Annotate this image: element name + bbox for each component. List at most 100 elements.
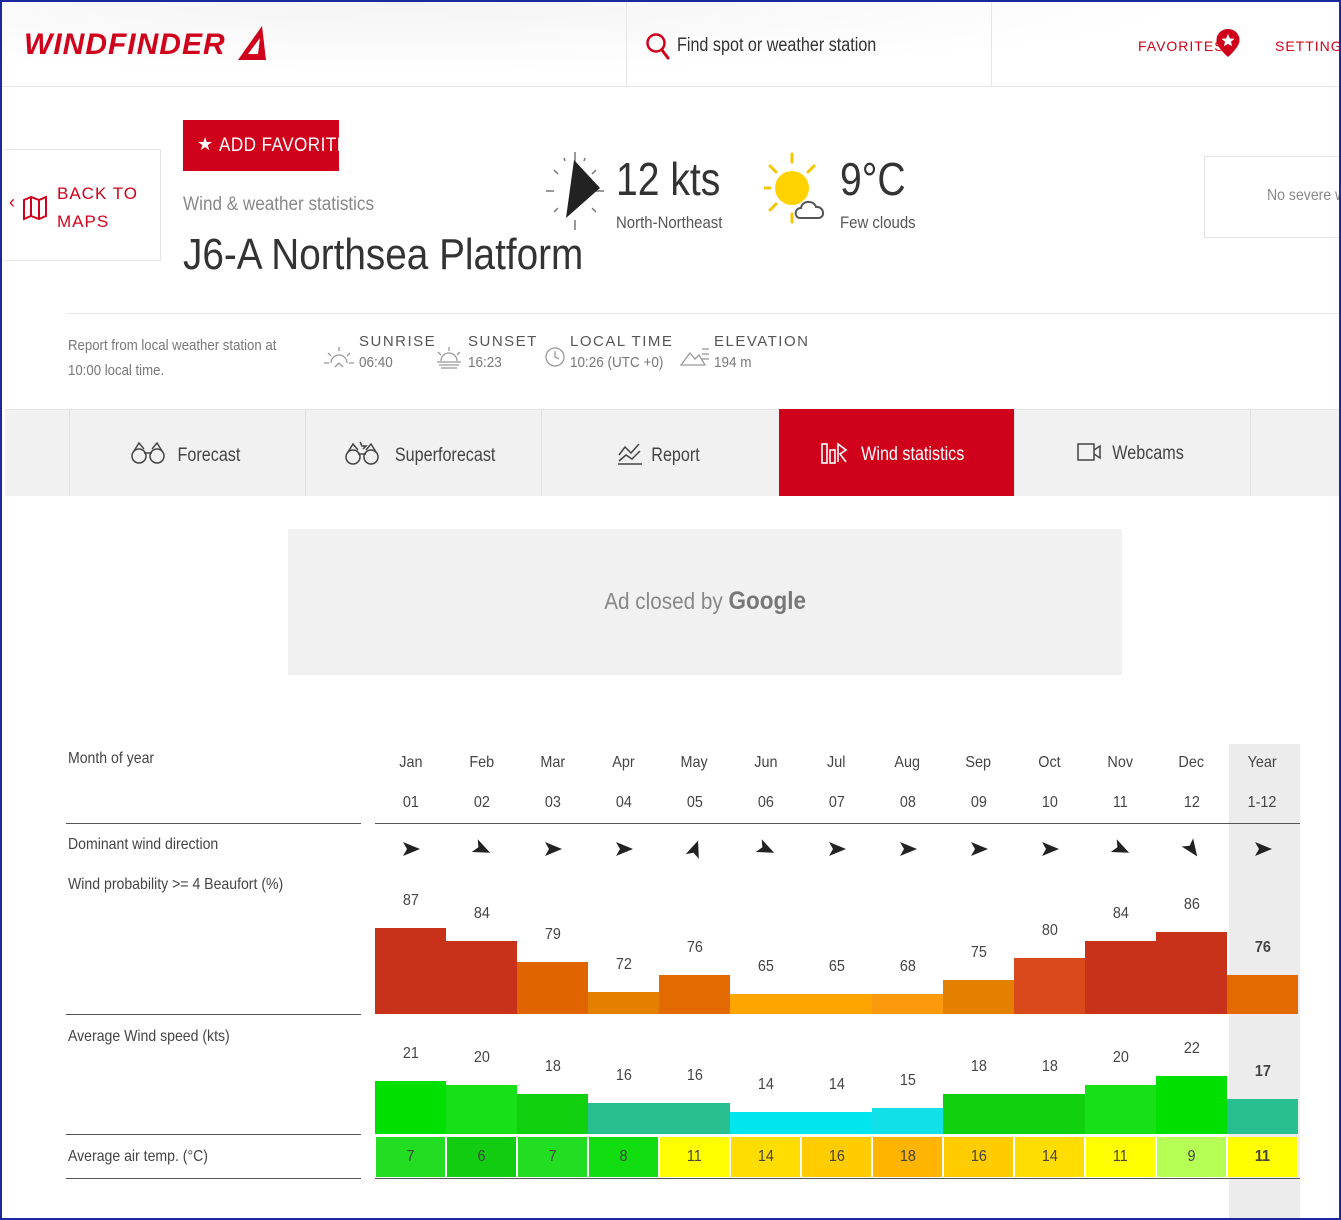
probability-bar <box>1085 940 1156 1014</box>
probability-bar <box>1156 932 1227 1014</box>
wind-speed-bar <box>872 1107 943 1134</box>
month-number: 12 <box>1183 794 1200 811</box>
probability-value: 86 <box>1183 896 1200 914</box>
windfinder-logo-icon[interactable] <box>234 24 268 62</box>
month-name: Nov <box>1107 754 1134 771</box>
star-icon: ★ <box>197 134 214 154</box>
wind-statistics-table: Month of year Dominant wind direction Wi… <box>2 742 1339 1218</box>
search-box[interactable]: Find spot or weather station <box>626 2 992 86</box>
wind-direction-arrow-icon <box>1156 838 1227 860</box>
back-to-maps-button[interactable]: ‹ BACK TO MAPS <box>5 149 161 261</box>
super-binoculars-icon <box>345 441 379 465</box>
probability-value: 76 <box>686 939 703 957</box>
sunrise-info: SUNRISE 06:40 <box>359 333 437 371</box>
month-number: 10 <box>1041 794 1058 811</box>
month-column-year: Year 1-12 76 17 11 <box>1227 742 1298 1182</box>
report-note: Report from local weather station at 10:… <box>68 337 277 379</box>
current-temperature: 9°C <box>840 153 906 205</box>
wind-direction-compass-icon <box>546 152 604 230</box>
air-temp-cell: 8 <box>589 1137 658 1177</box>
current-wind-direction: North-Northeast <box>616 213 723 232</box>
wind-direction-arrow-icon <box>872 838 943 860</box>
tab-webcams[interactable]: Webcams <box>1014 410 1251 496</box>
month-name: Dec <box>1178 754 1205 771</box>
current-wind-speed: 12 kts <box>616 153 721 205</box>
page-frame: WINDFINDER Find spot or weather station … <box>0 0 1341 1220</box>
probability-bar <box>375 927 446 1014</box>
top-navigation-bar: WINDFINDER Find spot or weather station … <box>2 2 1339 87</box>
wind-speed-value: 16 <box>615 1067 632 1084</box>
favorites-star-icon[interactable] <box>1214 29 1242 57</box>
month-name: May <box>680 754 709 771</box>
month-column-mar: Mar 03 79 18 7 <box>517 742 588 1182</box>
row-label-probability: Wind probability >= 4 Beaufort (%) <box>68 876 284 893</box>
add-favorite-button[interactable]: ★ ADD FAVORITE <box>183 120 348 171</box>
map-icon <box>23 195 47 221</box>
month-name: Apr <box>612 754 635 771</box>
month-number: 11 <box>1113 794 1128 811</box>
month-name: Jan <box>398 754 423 771</box>
month-column-jul: Jul 07 65 14 16 <box>801 742 872 1182</box>
tab-report[interactable]: Report <box>541 410 779 496</box>
month-number: 09 <box>970 794 987 811</box>
air-temp-cell: 11 <box>1086 1137 1155 1177</box>
row-label-month: Month of year <box>68 750 155 767</box>
row-divider <box>66 1178 361 1179</box>
wind-direction-arrow-icon <box>588 838 659 860</box>
probability-value: 76 <box>1254 939 1271 957</box>
wind-speed-value: 18 <box>544 1058 561 1075</box>
month-column-dec: Dec 12 86 22 9 <box>1156 742 1227 1182</box>
month-column-feb: Feb 02 84 20 6 <box>446 742 517 1182</box>
weather-warning-text: No severe w <box>1267 187 1341 204</box>
wind-speed-value: 17 <box>1254 1062 1271 1080</box>
row-divider <box>66 1134 361 1135</box>
month-column-jan: Jan 01 87 21 7 <box>375 742 446 1182</box>
sunset-icon <box>437 347 461 369</box>
probability-bar <box>659 975 730 1014</box>
tab-wind-statistics[interactable]: Wind statistics <box>779 409 1014 496</box>
wind-statistics-icon <box>820 442 848 464</box>
weather-warning-box[interactable]: No severe w <box>1204 156 1341 238</box>
tab-more[interactable] <box>1250 410 1339 496</box>
favorites-link[interactable]: FAVORITES <box>1138 38 1225 54</box>
wind-speed-value: 18 <box>970 1058 987 1075</box>
wind-direction-arrow-icon <box>730 838 801 860</box>
wind-speed-value: 16 <box>686 1067 703 1084</box>
month-number: 08 <box>899 794 916 811</box>
wind-speed-bar <box>588 1103 659 1134</box>
search-input[interactable]: Find spot or weather station <box>677 35 876 57</box>
sunset-info: SUNSET 16:23 <box>468 333 538 371</box>
settings-link[interactable]: SETTINGS <box>1275 38 1339 54</box>
binoculars-icon <box>131 441 165 464</box>
month-number: 03 <box>544 794 561 811</box>
month-name: Aug <box>894 754 921 771</box>
air-temp-cell: 16 <box>802 1137 871 1177</box>
search-icon[interactable] <box>645 32 671 60</box>
probability-bar <box>801 994 872 1014</box>
wind-speed-value: 22 <box>1183 1040 1200 1057</box>
month-name: Feb <box>469 754 494 771</box>
air-temp-cell: 11 <box>1228 1137 1297 1177</box>
month-number: 01 <box>402 794 419 811</box>
probability-bar <box>872 994 943 1014</box>
tab-superforecast[interactable]: Superforecast <box>305 410 542 496</box>
page-title: J6-A Northsea Platform <box>183 230 584 279</box>
month-number: 02 <box>473 794 490 811</box>
air-temp-cell: 16 <box>944 1137 1013 1177</box>
wind-speed-value: 20 <box>1112 1049 1129 1066</box>
month-column-sep: Sep 09 75 18 16 <box>943 742 1014 1182</box>
row-divider <box>66 1014 361 1015</box>
spot-tabs: Forecast Superforecast Report Wind stati… <box>5 409 1339 496</box>
wind-speed-bar <box>1227 1098 1298 1134</box>
webcam-icon <box>1077 443 1101 461</box>
air-temp-cell: 14 <box>731 1137 800 1177</box>
windfinder-logo[interactable]: WINDFINDER <box>24 28 226 62</box>
month-name: Jul <box>827 754 846 771</box>
wind-speed-value: 14 <box>757 1076 774 1093</box>
air-temp-cell: 11 <box>660 1137 729 1177</box>
wind-speed-bar <box>446 1085 517 1134</box>
elevation-icon <box>680 348 709 366</box>
wind-speed-bar <box>375 1080 446 1134</box>
wind-speed-bar <box>659 1103 730 1134</box>
tab-forecast[interactable]: Forecast <box>69 410 306 496</box>
